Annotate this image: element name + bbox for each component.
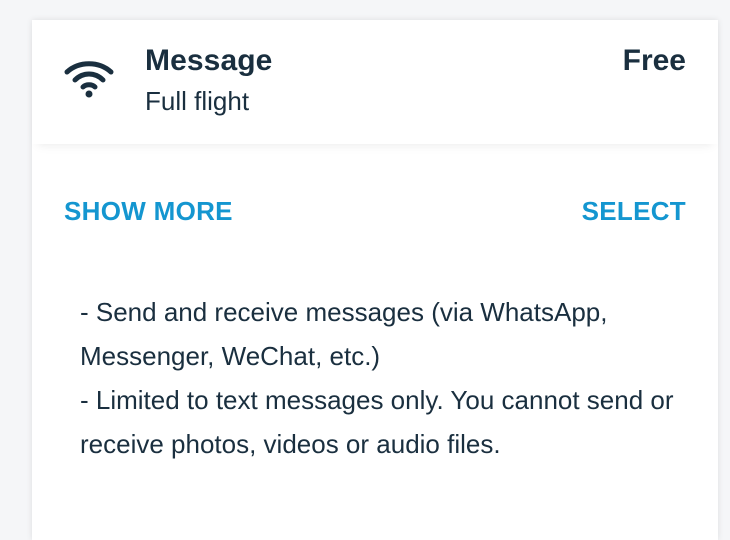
plan-summary: Message Full flight Free	[32, 20, 718, 144]
plan-price: Free	[622, 44, 686, 77]
description-line: - Send and receive messages (via WhatsAp…	[80, 297, 608, 371]
wifi-icon	[64, 61, 114, 98]
plan-subtitle: Full flight	[145, 86, 250, 116]
message-plan-card: Message Full flight Free SHOW MORE SELEC…	[32, 20, 718, 540]
description-line: - Limited to text messages only. You can…	[80, 385, 674, 459]
select-button[interactable]: SELECT	[582, 196, 686, 227]
show-more-button[interactable]: SHOW MORE	[64, 196, 233, 227]
plan-description: - Send and receive messages (via WhatsAp…	[80, 290, 690, 466]
plan-title: Message	[145, 44, 273, 77]
